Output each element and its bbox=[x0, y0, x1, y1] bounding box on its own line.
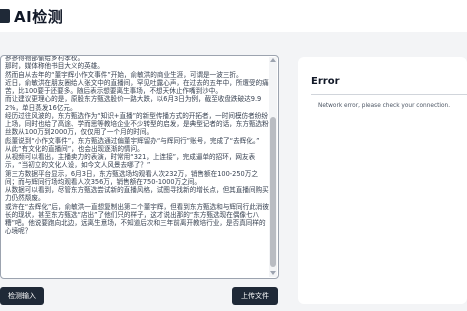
error-title: Error bbox=[311, 76, 340, 87]
scrollbar-thumb[interactable] bbox=[270, 117, 276, 267]
text-input-content[interactable]: 寥寥得物部偷给乡村孝校。 那时，媒体称他书目大义的英雄。 然而自从去年的“董宇辉… bbox=[5, 56, 269, 236]
logo-icon bbox=[0, 9, 10, 23]
error-message: Network error, please check your connect… bbox=[318, 103, 451, 109]
upload-file-button[interactable]: 上传文件 bbox=[232, 287, 278, 305]
top-bar: AI检测 bbox=[0, 0, 467, 32]
app-title: AI检测 bbox=[14, 8, 64, 26]
text-input-area[interactable]: 寥寥得物部偷给乡村孝校。 那时，媒体称他书目大义的英雄。 然而自从去年的“董宇辉… bbox=[0, 55, 279, 279]
result-panel: Error Network error, please check your c… bbox=[298, 57, 467, 304]
detect-input-button[interactable]: 检测输入 bbox=[0, 287, 44, 305]
divider bbox=[311, 94, 467, 95]
text-input-scrollbar[interactable] bbox=[269, 57, 277, 277]
scroll-up-arrow-icon[interactable] bbox=[270, 58, 276, 62]
scroll-down-arrow-icon[interactable] bbox=[270, 271, 276, 275]
